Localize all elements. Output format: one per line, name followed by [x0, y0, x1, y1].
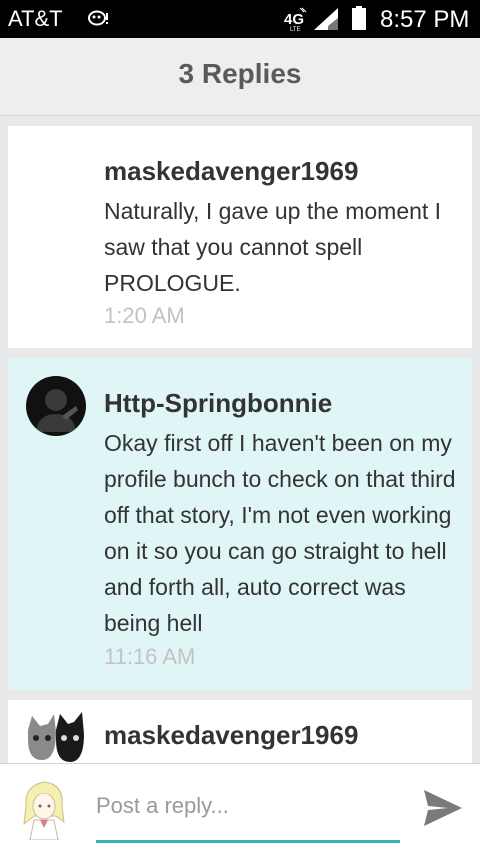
reply-username[interactable]: Http-Springbonnie — [104, 388, 332, 419]
reply-timestamp: 11:16 AM — [104, 644, 196, 669]
reply-card[interactable]: maskedavenger1969 Naturally, I gave up t… — [8, 126, 472, 348]
reply-text: Okay first off I haven't been on my prof… — [104, 430, 456, 636]
input-underline — [96, 840, 400, 843]
svg-text:4G: 4G — [284, 11, 304, 28]
reply-text: Naturally, I gave up the moment I saw th… — [104, 198, 442, 296]
4g-lte-icon: 4G LTE — [284, 7, 307, 32]
svg-text:LTE: LTE — [290, 27, 301, 32]
reply-username[interactable]: maskedavenger1969 — [104, 720, 358, 751]
battery-icon — [352, 6, 366, 30]
reply-composer — [0, 763, 480, 854]
reply-timestamp: 1:20 AM — [104, 303, 185, 328]
status-bar: AT&T 4G LTE 8:57 PM — [0, 0, 480, 38]
page-title: 3 Replies — [178, 58, 302, 89]
status-clock: 8:57 PM — [380, 6, 470, 33]
signal-icon — [314, 8, 338, 30]
notification-ghost-icon — [88, 10, 108, 26]
reply-input[interactable] — [96, 786, 400, 826]
reply-card[interactable]: maskedavenger1969 — [8, 700, 472, 763]
reply-username[interactable]: maskedavenger1969 — [104, 156, 358, 187]
user-silhouette-icon — [36, 389, 78, 432]
page-header: 3 Replies — [0, 38, 480, 116]
avatar[interactable] — [26, 376, 86, 436]
user-avatar[interactable] — [20, 776, 70, 840]
reply-card-highlighted[interactable]: Http-Springbonnie Okay first off I haven… — [8, 358, 472, 690]
send-icon[interactable] — [418, 784, 466, 832]
two-cats-avatar-icon — [28, 712, 84, 762]
avatar[interactable] — [26, 710, 86, 763]
carrier-label: AT&T — [8, 6, 63, 31]
